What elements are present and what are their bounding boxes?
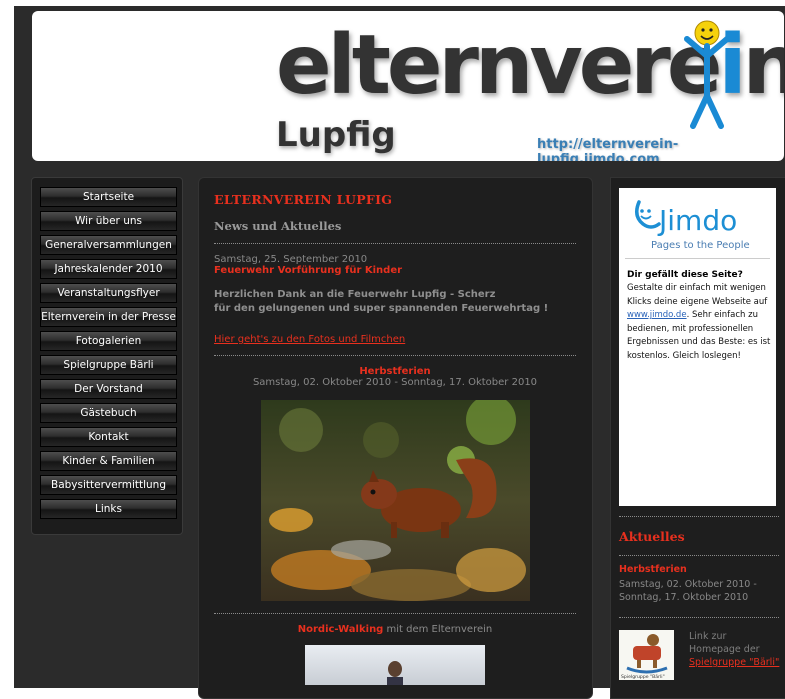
jimdo-ad-box[interactable]: Jimdo Pages to the People Dir gefällt di…	[619, 188, 776, 506]
post-text-line: Herzlichen Dank an die Feuerwehr Lupfig …	[214, 289, 496, 300]
nav-item-startseite[interactable]: Startseite	[40, 187, 177, 207]
site-url-link[interactable]: http://elternverein-lupfig.jimdo.com	[537, 137, 784, 161]
right-sidebar: Jimdo Pages to the People Dir gefällt di…	[610, 177, 785, 699]
aktuelles-item-title: Herbstferien	[619, 564, 687, 575]
nav-item-generalversammlungen[interactable]: Generalversammlungen	[40, 235, 177, 255]
post-headline-highlight: Nordic-Walking	[297, 624, 384, 635]
nav-item-jahreskalender[interactable]: Jahreskalender 2010	[40, 259, 177, 279]
nav-item-kinder-familien[interactable]: Kinder & Familien	[40, 451, 177, 471]
rocking-horse-icon: Spielgruppe "Bärli"	[621, 634, 668, 680]
post-dates: Samstag, 02. Oktober 2010 - Sonntag, 17.…	[252, 377, 538, 388]
thumbnail-caption: Spielgruppe "Bärli"	[621, 674, 665, 680]
ad-body-text: Gestalte dir einfach mit wenigen Klicks …	[627, 283, 768, 307]
main-content: ELTERNVEREIN LUPFIG News und Aktuelles S…	[198, 177, 593, 699]
logo-last-letter: n	[742, 18, 784, 113]
divider	[619, 617, 779, 618]
nav-item-vorstand[interactable]: Der Vorstand	[40, 379, 177, 399]
divider	[214, 243, 576, 244]
nav-item-fotogalerien[interactable]: Fotogalerien	[40, 331, 177, 351]
spielgruppe-thumbnail[interactable]: Spielgruppe "Bärli"	[619, 630, 674, 680]
divider	[214, 355, 576, 356]
stick-figure-logo-icon	[684, 20, 730, 129]
post-headline-rest: mit dem Elternverein	[383, 624, 493, 635]
nav-item-wir-ueber-uns[interactable]: Wir über uns	[40, 211, 177, 231]
main-navigation: Startseite Wir über uns Generalversammlu…	[31, 177, 183, 535]
link-text-prefix: Link zur Homepage der	[689, 631, 760, 655]
nordic-walking-photo[interactable]	[305, 645, 485, 685]
page-subtitle: News und Aktuelles	[214, 219, 342, 233]
logo-main-text: elternvere	[276, 18, 722, 113]
aktuelles-item-dates: Samstag, 02. Oktober 2010 - Sonntag, 17.…	[619, 579, 757, 603]
nordic-walking-image-icon	[387, 661, 403, 685]
nav-item-presse[interactable]: Elternverein in der Presse	[40, 307, 177, 327]
post-date: Samstag, 25. September 2010	[214, 254, 368, 265]
divider	[619, 516, 779, 517]
post-headline: Herbstferien	[359, 366, 431, 377]
spielgruppe-link-text: Link zur Homepage der Spielgruppe "Bärli…	[689, 630, 781, 669]
post-text-line: für den gelungenen und super spannenden …	[214, 303, 549, 314]
nav-item-kontakt[interactable]: Kontakt	[40, 427, 177, 447]
nav-item-links[interactable]: Links	[40, 499, 177, 519]
aktuelles-title: Aktuelles	[619, 529, 685, 544]
nav-item-gaestebuch[interactable]: Gästebuch	[40, 403, 177, 423]
page: elternverein Lupfig http://elternverein-…	[14, 6, 785, 699]
post-headline: Feuerwehr Vorführung für Kinder	[214, 265, 403, 276]
ad-body: Gestalte dir einfach mit wenigen Klicks …	[627, 282, 772, 364]
squirrel-photo[interactable]	[260, 400, 530, 601]
nav-item-babysitter[interactable]: Babysittervermittlung	[40, 475, 177, 495]
divider	[619, 555, 779, 556]
jimdo-logo-icon: Jimdo	[635, 200, 737, 237]
divider	[214, 613, 576, 614]
divider	[625, 258, 770, 259]
nav-item-spielgruppe[interactable]: Spielgruppe Bärli	[40, 355, 177, 375]
squirrel-image-icon	[260, 400, 530, 601]
jimdo-link[interactable]: www.jimdo.de	[627, 310, 687, 320]
site-logo-subtitle: Lupfig	[276, 115, 396, 155]
jimdo-tagline: Pages to the People	[651, 240, 750, 251]
site-header-banner[interactable]: elternverein Lupfig http://elternverein-…	[32, 11, 784, 161]
page-title: ELTERNVEREIN LUPFIG	[214, 192, 393, 207]
post-headline: Nordic-Walking mit dem Elternverein	[214, 624, 576, 635]
spielgruppe-link[interactable]: Spielgruppe "Bärli"	[689, 657, 779, 668]
ad-heading: Dir gefällt diese Seite?	[627, 270, 743, 280]
jimdo-logo-text: Jimdo	[657, 204, 737, 237]
nav-item-veranstaltungsflyer[interactable]: Veranstaltungsflyer	[40, 283, 177, 303]
post-photos-link[interactable]: Hier geht's zu den Fotos und Filmchen	[214, 334, 576, 345]
